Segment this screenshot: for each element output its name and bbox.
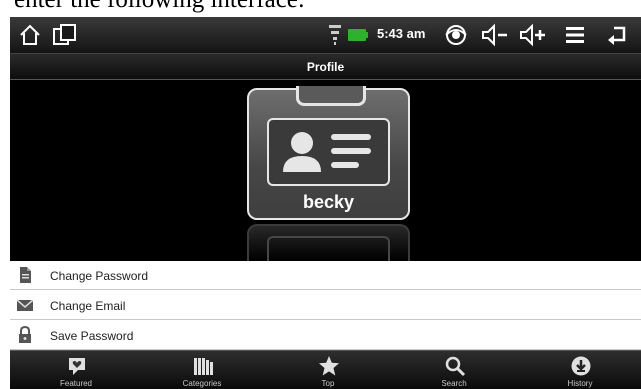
volume-down-icon[interactable] [480,23,510,47]
profile-area: becky [10,80,641,266]
bottom-nav: Featured Categories Top Search History [10,350,641,389]
page-title: Profile [306,60,345,74]
search-icon [444,355,466,377]
nav-label: Categories [182,379,222,388]
menu-item-label: Change Password [50,269,149,283]
nav-label: Top [321,379,335,388]
eye-icon[interactable] [443,23,469,47]
nav-search[interactable]: Search [409,351,499,389]
document-icon [16,266,34,284]
caption-text: enter the following interface: [14,0,305,14]
clock-time: 5:43 am [377,26,426,41]
nav-label: Search [441,379,467,388]
nav-featured[interactable]: Featured [31,351,121,389]
wifi-icon [328,23,342,47]
menu-icon[interactable] [563,23,587,47]
nav-label: Featured [59,379,93,388]
card-clip [296,86,366,106]
books-icon [192,355,214,377]
nav-top[interactable]: Top [283,351,373,389]
star-icon [318,355,340,377]
home-icon[interactable] [18,23,42,47]
device-screen: 5:43 am Profile becky Change Password Ch… [10,17,641,389]
battery-icon [348,28,368,42]
back-icon[interactable] [606,23,630,47]
user-name: becky [302,192,355,212]
menu-item-change-password[interactable]: Change Password [10,261,641,290]
menu-item-change-email[interactable]: Change Email [10,291,641,320]
title-bar: Profile [10,53,641,80]
menu-item-label: Save Password [50,329,134,343]
nav-label: History [567,379,593,388]
lock-icon [16,325,34,344]
download-icon [570,355,592,377]
profile-menu: Change Password Change Email Save Passwo… [10,261,641,350]
nav-history[interactable]: History [535,351,625,389]
heart-chat-icon [66,355,88,377]
volume-up-icon[interactable] [518,23,548,47]
status-bar: 5:43 am [10,17,641,53]
id-card-icon [267,118,390,186]
windows-icon[interactable] [52,23,78,47]
menu-item-save-password[interactable]: Save Password [10,321,641,350]
card-reflection [247,224,410,266]
profile-card[interactable]: becky [247,86,410,220]
menu-item-label: Change Email [50,299,126,313]
nav-categories[interactable]: Categories [157,351,247,389]
envelope-icon [16,296,34,314]
